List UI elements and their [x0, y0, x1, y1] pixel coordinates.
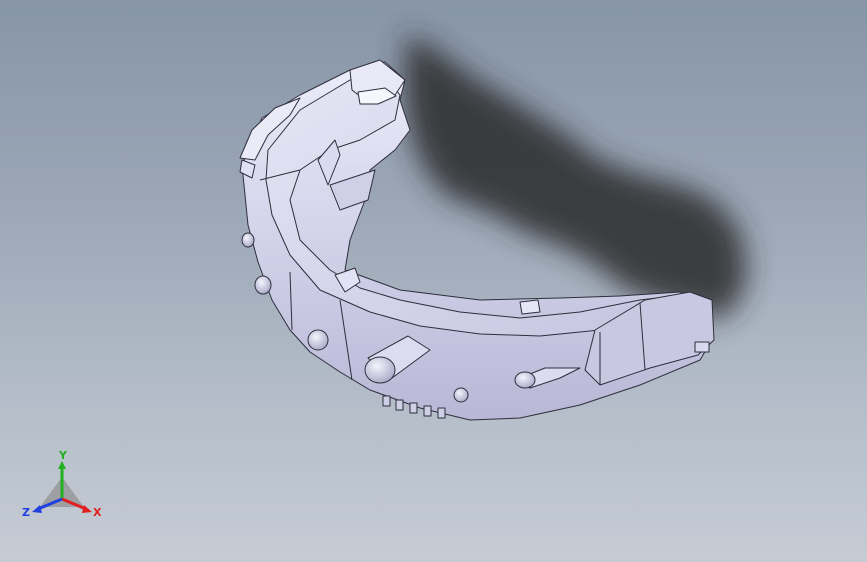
model-shadow [405, 35, 748, 320]
round-bump-4 [241, 232, 255, 248]
model-scene[interactable] [0, 0, 867, 562]
x-axis-arrow [82, 505, 92, 513]
tooth-4 [423, 405, 432, 417]
cylinder-boss-end [364, 356, 396, 384]
z-axis-label: Z [22, 506, 30, 519]
slot-boss [519, 299, 541, 315]
y-axis-label: Y [58, 449, 68, 462]
tooth-2 [395, 399, 404, 411]
tooth-1 [382, 395, 391, 407]
orientation-triad: Y X Z [22, 449, 102, 519]
round-bump-3 [254, 275, 272, 295]
z-axis-arrow [32, 505, 42, 513]
teardrop-cap [514, 371, 536, 389]
tooth-5 [437, 407, 446, 419]
end-clip [694, 341, 710, 353]
tooth-3 [409, 402, 418, 414]
y-axis-arrow [58, 461, 66, 469]
round-bump-1 [307, 329, 329, 351]
graphics-viewport[interactable]: Y X Z [0, 0, 867, 562]
round-bump-2 [453, 387, 469, 403]
x-axis-label: X [93, 506, 102, 519]
